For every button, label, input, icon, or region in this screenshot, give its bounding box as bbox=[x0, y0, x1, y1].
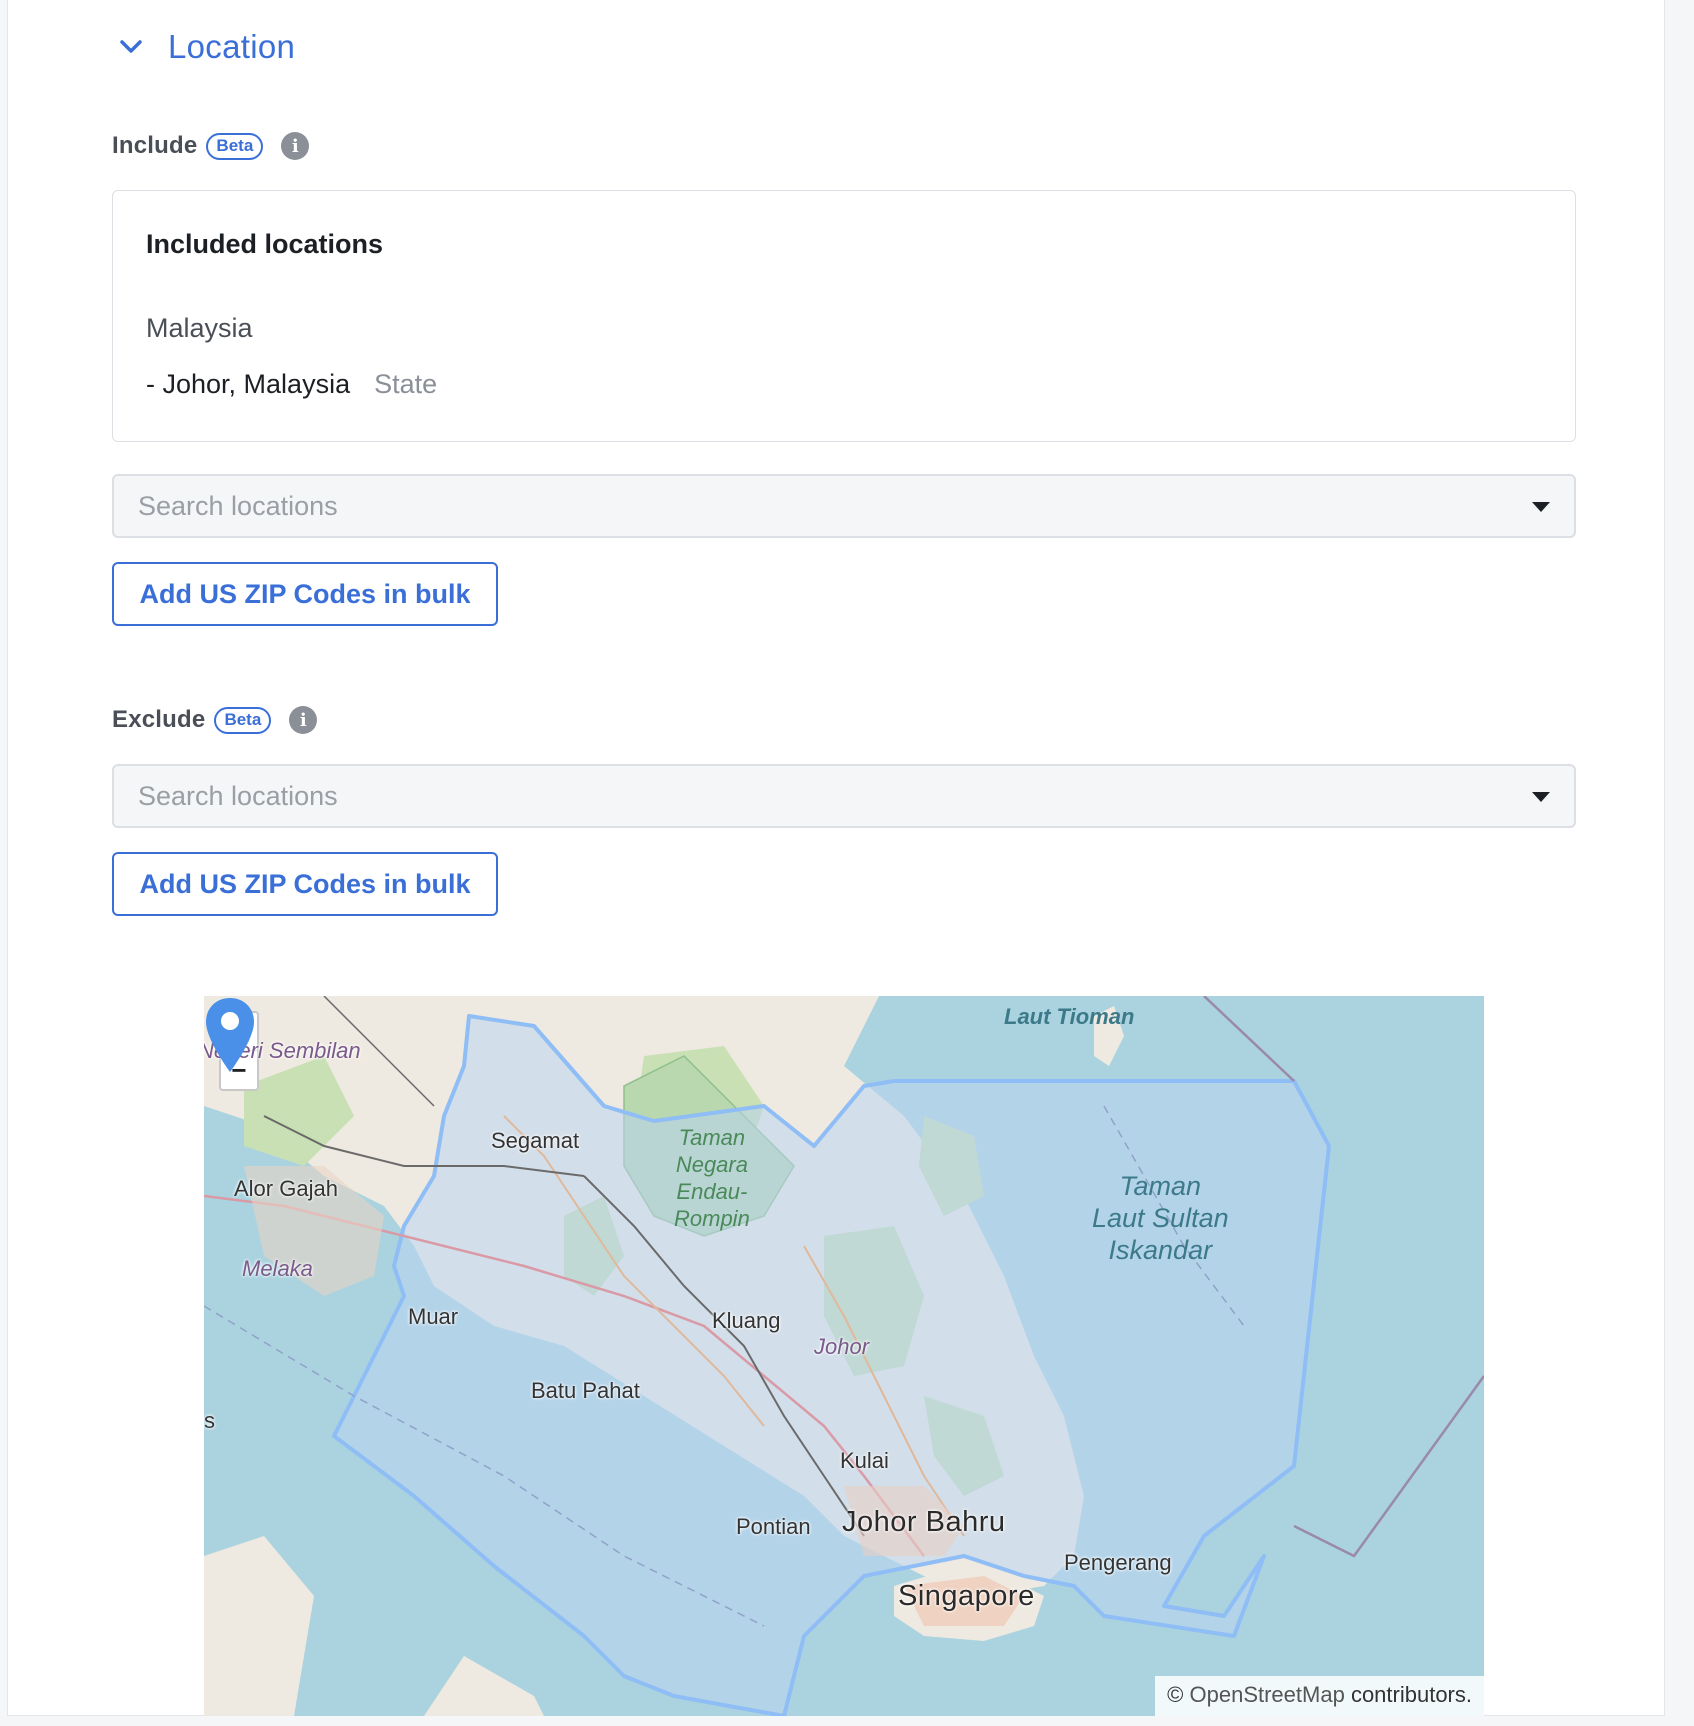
exclude-beta-badge: Beta bbox=[214, 706, 272, 734]
location-panel: Location Include Beta i Included locatio… bbox=[7, 0, 1665, 1716]
map-label-edge: s bbox=[204, 1408, 215, 1433]
include-beta-badge: Beta bbox=[206, 132, 264, 160]
map-label-muar: Muar bbox=[408, 1304, 459, 1329]
map-label-pontian: Pontian bbox=[736, 1514, 811, 1539]
map-label-johor-bahru: Johor Bahru bbox=[842, 1506, 1006, 1538]
exclude-search-input[interactable] bbox=[138, 780, 1498, 812]
map-label-batu-pahat: Batu Pahat bbox=[531, 1378, 640, 1403]
included-location-item: - Johor, Malaysia State bbox=[146, 369, 437, 400]
include-label: Include bbox=[112, 132, 198, 159]
park-line: Taman bbox=[678, 1125, 746, 1150]
included-location-type: State bbox=[374, 369, 438, 399]
info-icon[interactable]: i bbox=[289, 706, 318, 734]
included-locations-title: Included locations bbox=[146, 229, 384, 259]
exclude-label: Exclude bbox=[112, 706, 206, 733]
map-label-kluang: Kluang bbox=[712, 1308, 781, 1333]
map-label-pengerang: Pengerang bbox=[1064, 1550, 1172, 1575]
chevron-down-icon bbox=[116, 32, 146, 62]
map-label-johor: Johor bbox=[814, 1334, 870, 1359]
dropdown-caret-icon[interactable] bbox=[1532, 502, 1550, 512]
include-search-input[interactable] bbox=[138, 490, 1498, 522]
include-add-zip-bulk-button[interactable]: Add US ZIP Codes in bulk bbox=[112, 562, 498, 626]
included-country: Malaysia bbox=[146, 313, 253, 343]
include-label-row: Include Beta i bbox=[112, 132, 310, 160]
map-label-melaka: Melaka bbox=[242, 1256, 313, 1281]
map-label-alor-gajah: Alor Gajah bbox=[234, 1176, 338, 1201]
exclude-add-zip-bulk-button[interactable]: Add US ZIP Codes in bulk bbox=[112, 852, 498, 916]
park-line: Rompin bbox=[674, 1206, 750, 1231]
water-line: Iskandar bbox=[1108, 1235, 1213, 1265]
map-label-laut-tioman: Laut Tioman bbox=[1004, 1004, 1135, 1029]
include-search-box[interactable] bbox=[112, 474, 1576, 538]
map-label-taman-laut: Taman Laut Sultan Iskandar bbox=[1092, 1170, 1229, 1266]
park-line: Endau- bbox=[676, 1179, 748, 1204]
included-locations-box: Included locations Malaysia - Johor, Mal… bbox=[112, 190, 1576, 442]
exclude-search-box[interactable] bbox=[112, 764, 1576, 828]
location-map[interactable]: + − Negeri Sembilan Segamat Taman Negara… bbox=[204, 996, 1484, 1716]
attribution-suffix: contributors. bbox=[1350, 1682, 1472, 1707]
info-icon[interactable]: i bbox=[281, 132, 310, 160]
water-line: Laut Sultan bbox=[1092, 1203, 1229, 1233]
openstreetmap-link[interactable]: OpenStreetMap bbox=[1190, 1682, 1345, 1707]
park-line: Negara bbox=[675, 1152, 748, 1177]
map-marker-icon[interactable] bbox=[204, 996, 256, 1074]
map-label-segamat: Segamat bbox=[491, 1128, 580, 1153]
water-line: Taman bbox=[1119, 1171, 1202, 1201]
dropdown-caret-icon[interactable] bbox=[1532, 792, 1550, 802]
section-title: Location bbox=[168, 28, 296, 65]
copyright-icon: © bbox=[1167, 1682, 1184, 1707]
map-attribution: © OpenStreetMap contributors. bbox=[1155, 1676, 1484, 1716]
included-location-name: - Johor, Malaysia bbox=[146, 369, 351, 399]
map-label-taman-negara: Taman Negara Endau- Rompin bbox=[674, 1124, 750, 1232]
exclude-label-row: Exclude Beta i bbox=[112, 706, 318, 734]
map-label-kulai: Kulai bbox=[840, 1448, 889, 1473]
map-label-singapore: Singapore bbox=[898, 1580, 1035, 1612]
location-section-toggle[interactable]: Location bbox=[116, 28, 295, 66]
